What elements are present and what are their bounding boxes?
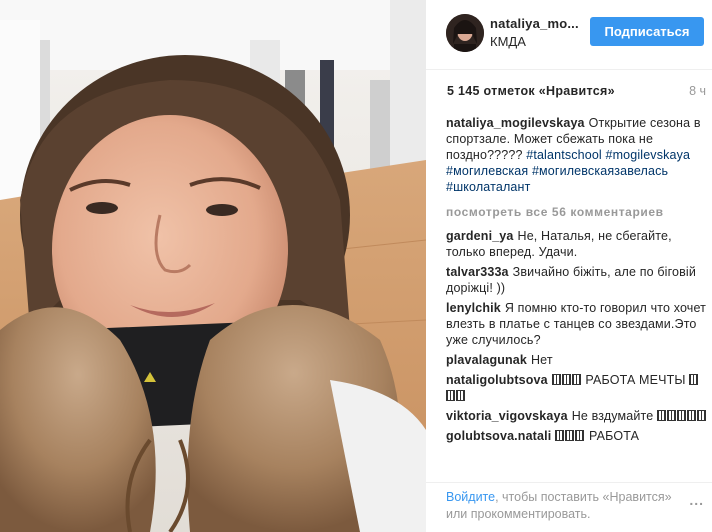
more-options-icon[interactable]: ... [689, 492, 704, 508]
comment-text: Не вздумайте [571, 409, 654, 423]
post-photo[interactable] [0, 0, 426, 532]
comment-username[interactable]: viktoria_vigovskaya [446, 409, 568, 423]
comment-username[interactable]: plavalagunak [446, 353, 527, 367]
login-prompt-text: Войдите, чтобы поставить «Нравится» или … [446, 489, 686, 523]
comment-username[interactable]: nataligolubtsova [446, 373, 548, 387]
follow-button[interactable]: Подписаться [590, 17, 704, 46]
comment-username[interactable]: talvar333a [446, 265, 509, 279]
post-header: nataliya_mo... КМДА Подписаться [426, 0, 712, 70]
comment-item: nataligolubtsova РАБОТА МЕЧТЫ [446, 372, 708, 404]
comment-item: lenylchik Я помню кто-то говорил что хоче… [446, 300, 708, 348]
login-link[interactable]: Войдите [446, 490, 495, 504]
emoji-placeholder-icon [657, 409, 707, 423]
comment-item: golubtsova.natali РАБОТА [446, 428, 708, 444]
comments-list: nataliya_mogilevskaya Открытие сезона в с… [446, 115, 708, 485]
hashtag[interactable]: #могилевскаязавелась [532, 164, 668, 178]
emoji-placeholder-icon [551, 373, 582, 387]
likes-count[interactable]: 5 145 отметок «Нравится» [447, 84, 615, 98]
hashtag[interactable]: #могилевская [446, 164, 528, 178]
comment-item: gardeni_ya Не, Наталья, не сбегайте, толь… [446, 228, 708, 260]
likes-row: 5 145 отметок «Нравится» 8 ч [447, 84, 712, 102]
comment-item: viktoria_vigovskaya Не вздумайте [446, 408, 708, 424]
caption: nataliya_mogilevskaya Открытие сезона в с… [446, 115, 708, 195]
comment-text: Нет [531, 353, 553, 367]
hashtag[interactable]: #talantschool [526, 148, 602, 162]
comment-item: plavalagunak Нет [446, 352, 708, 368]
hashtag[interactable]: #школаталант [446, 180, 530, 194]
header-username[interactable]: nataliya_mo... [490, 16, 579, 31]
emoji-placeholder-icon [555, 429, 585, 443]
location-link[interactable]: КМДА [490, 34, 526, 49]
post-sidebar: nataliya_mo... КМДА Подписаться 5 145 от… [426, 0, 712, 532]
comment-username[interactable]: lenylchik [446, 301, 501, 315]
comment-item: talvar333a Звичайно біжіть, але по бігові… [446, 264, 708, 296]
comment-username[interactable]: gardeni_ya [446, 229, 514, 243]
view-all-comments-link[interactable]: посмотреть все 56 комментариев [446, 205, 708, 219]
hashtag[interactable]: #mogilevskaya [605, 148, 690, 162]
avatar[interactable] [446, 14, 484, 52]
post-time[interactable]: 8 ч [689, 84, 706, 98]
comment-username[interactable]: golubtsova.natali [446, 429, 551, 443]
login-prompt: Войдите, чтобы поставить «Нравится» или … [426, 482, 712, 532]
comment-text: РАБОТА [588, 429, 640, 443]
caption-username[interactable]: nataliya_mogilevskaya [446, 116, 585, 130]
comment-text: РАБОТА МЕЧТЫ [585, 373, 686, 387]
